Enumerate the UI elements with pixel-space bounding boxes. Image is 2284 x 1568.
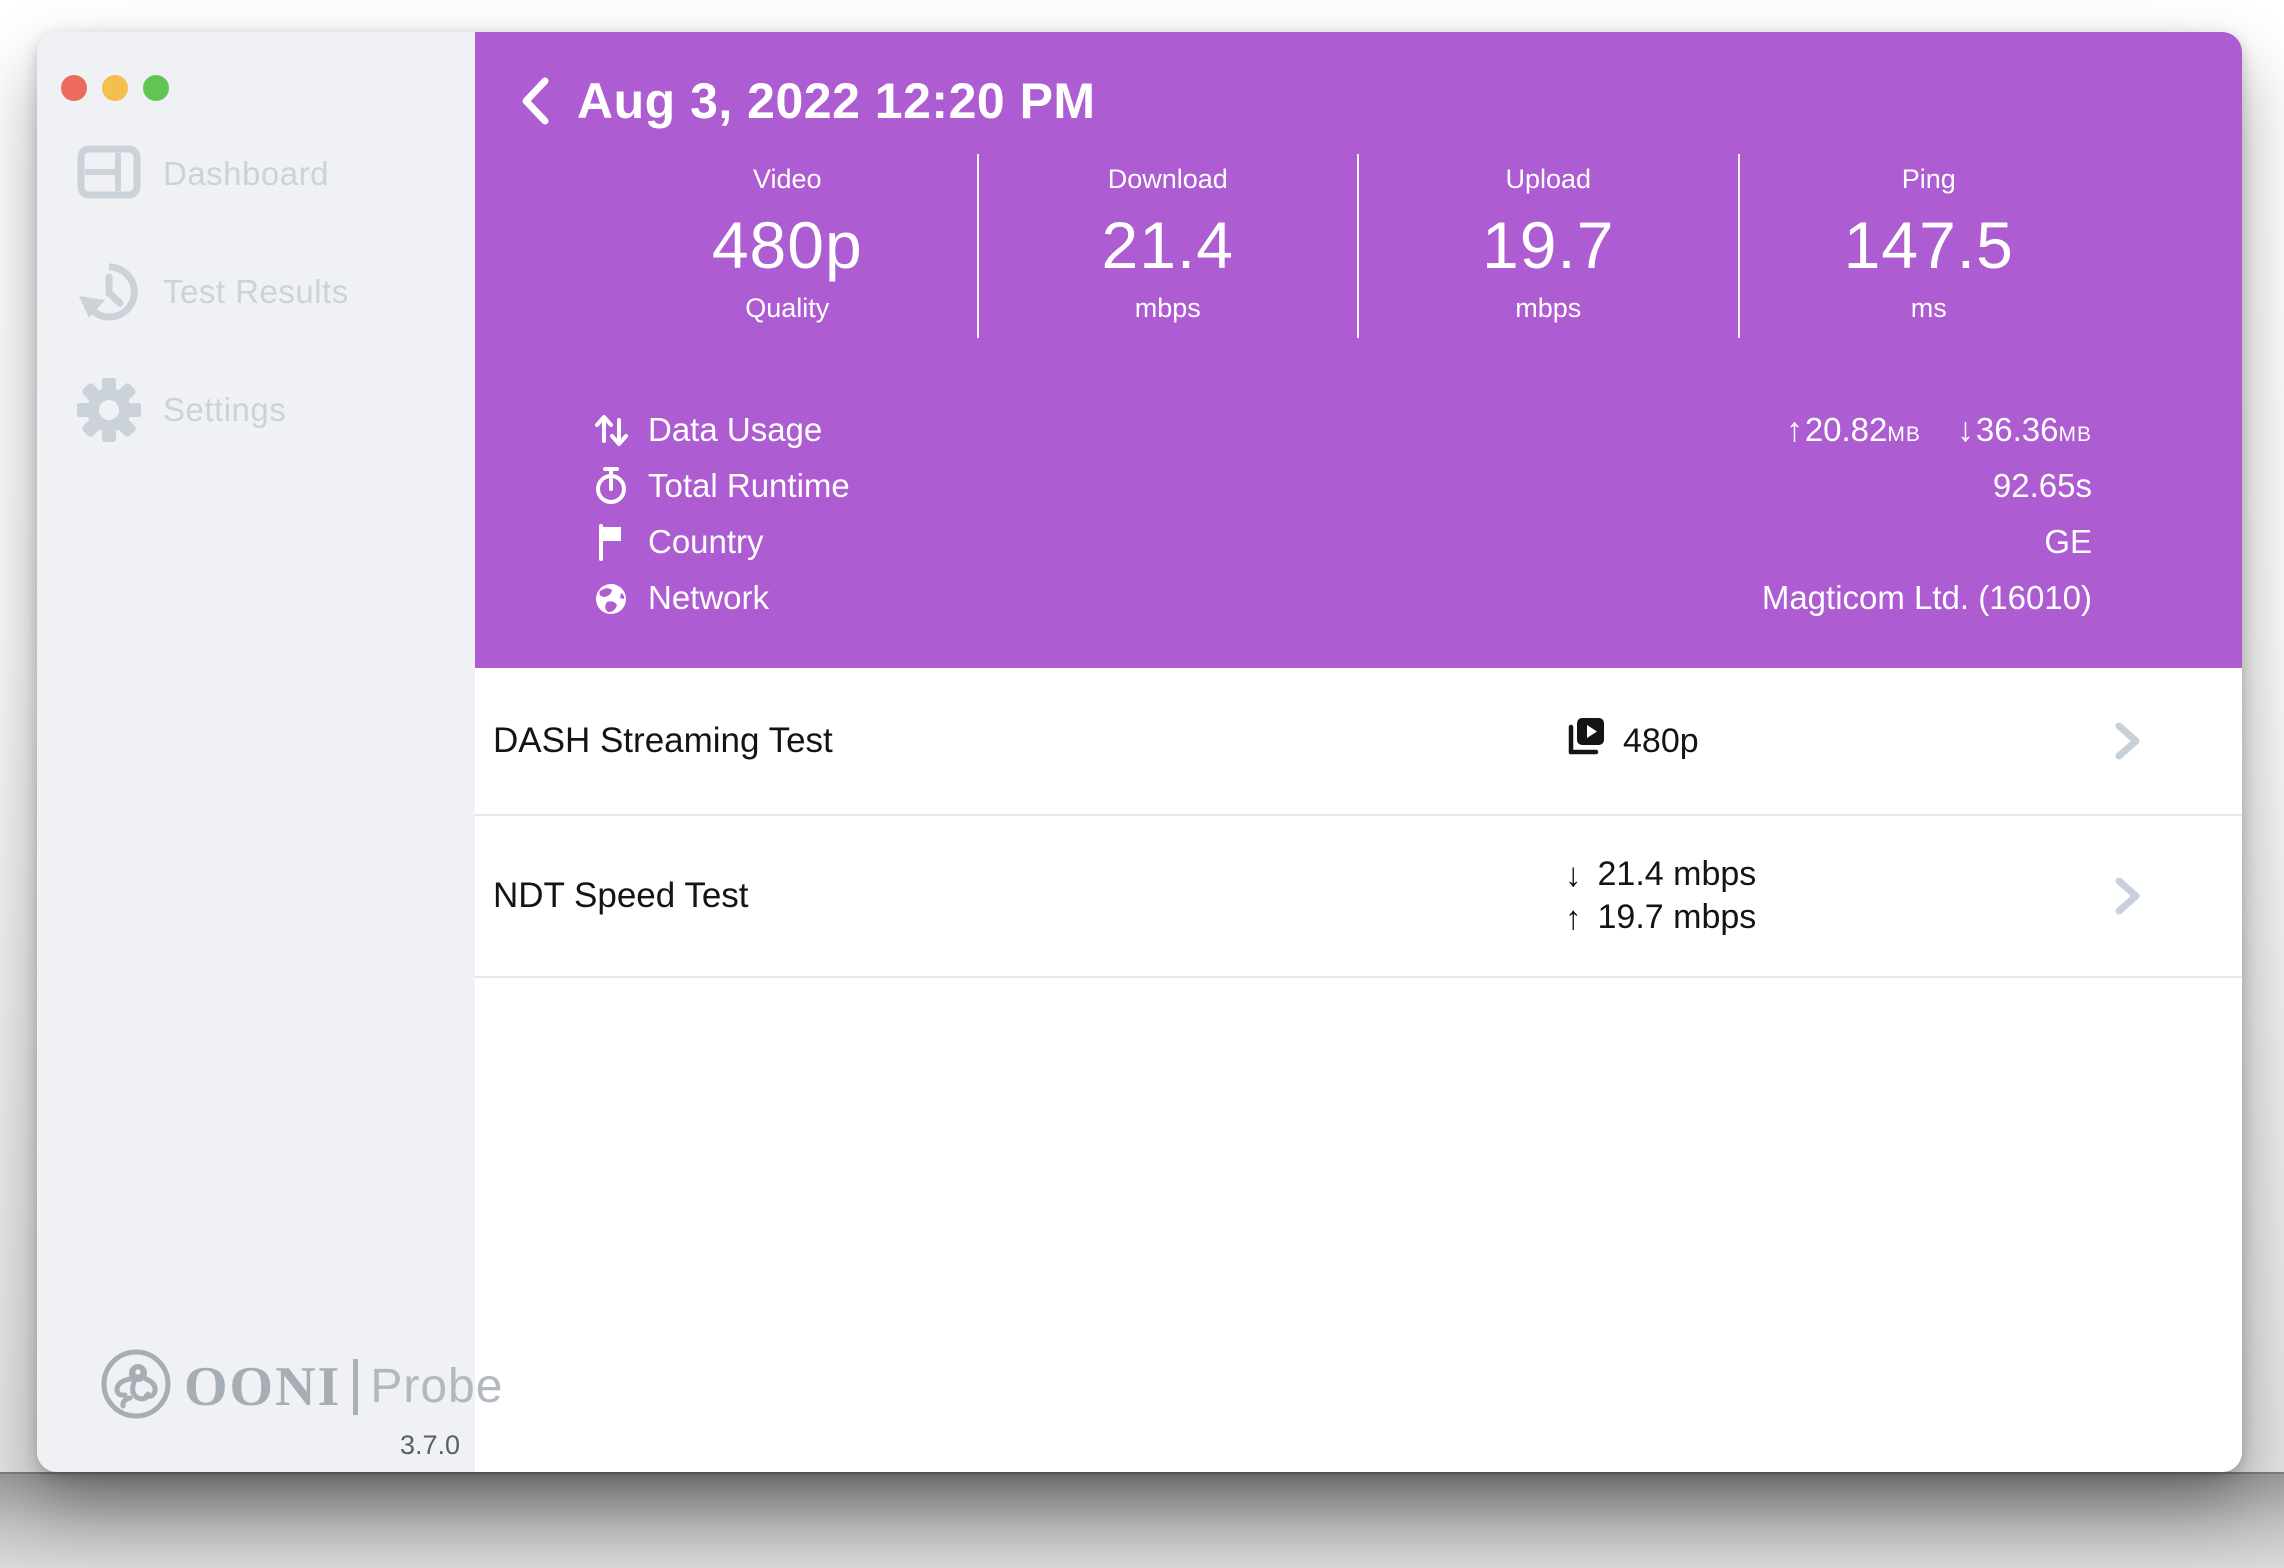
stat-label: Upload <box>1359 164 1738 195</box>
chevron-right-icon[interactable] <box>2098 717 2142 765</box>
dashboard-icon <box>77 142 141 206</box>
stat-unit: mbps <box>1359 293 1738 324</box>
gear-icon <box>77 378 141 442</box>
data-usage-down-unit: MB <box>2059 423 2093 447</box>
detail-row-country: Country GE <box>592 514 2092 570</box>
detail-label: Total Runtime <box>648 467 850 505</box>
stat-unit: ms <box>1740 293 2119 324</box>
sidebar-item-label: Test Results <box>163 273 349 311</box>
detail-label: Network <box>648 579 769 617</box>
run-details: Data Usage ↑ 20.82 MB ↓ 36.36 MB <box>592 402 2092 626</box>
stat-label: Ping <box>1740 164 2119 195</box>
stat-upload: Upload 19.7 mbps <box>1357 154 1738 338</box>
stat-label: Video <box>598 164 977 195</box>
sidebar-item-label: Dashboard <box>163 155 329 193</box>
stat-value: 21.4 <box>979 207 1358 283</box>
detail-row-total-runtime: Total Runtime 92.65s <box>592 458 2092 514</box>
history-icon <box>77 260 141 324</box>
sidebar-nav: Dashboard Test Results <box>77 142 459 496</box>
upload-arrow-icon: ↑ <box>1786 411 1803 450</box>
back-button[interactable] <box>513 73 557 129</box>
dash-resolution: 480p <box>1623 722 1699 761</box>
download-arrow-icon: ↓ <box>1957 411 1974 450</box>
sidebar-item-test-results[interactable]: Test Results <box>77 260 459 324</box>
network-value: Magticom Ltd. (16010) <box>1762 579 2092 617</box>
window-controls <box>61 75 169 101</box>
brand-probe: Probe <box>370 1359 503 1414</box>
brand-ooni: OONI <box>184 1355 341 1419</box>
summary-stats: Video 480p Quality Download 21.4 mbps Up… <box>598 154 2118 338</box>
header-bar: Aug 3, 2022 12:20 PM <box>475 32 2242 130</box>
stat-value: 480p <box>598 207 977 283</box>
app-window: Dashboard Test Results <box>37 32 2242 1472</box>
detail-row-network: Network Magticom Ltd. (16010) <box>592 570 2092 626</box>
stat-value: 19.7 <box>1359 207 1738 283</box>
download-arrow-icon: ↓ <box>1565 853 1582 896</box>
dash-test-result: 480p <box>1565 715 2098 768</box>
detail-label: Data Usage <box>648 411 822 449</box>
page-title: Aug 3, 2022 12:20 PM <box>577 72 1096 130</box>
close-window-button[interactable] <box>61 75 87 101</box>
detail-label: Country <box>648 523 764 561</box>
country-value: GE <box>2044 523 2092 561</box>
globe-icon <box>592 578 630 618</box>
desktop-background-strip <box>0 1472 2284 1568</box>
data-usage-value: ↑ 20.82 MB ↓ 36.36 MB <box>1786 411 2092 450</box>
stat-unit: Quality <box>598 293 977 324</box>
sidebar-item-dashboard[interactable]: Dashboard <box>77 142 459 206</box>
test-row-ndt-speed[interactable]: NDT Speed Test ↓ 21.4 mbps ↑ 19.7 mbps <box>475 816 2242 978</box>
ndt-test-result: ↓ 21.4 mbps ↑ 19.7 mbps <box>1565 853 2098 939</box>
sidebar-item-settings[interactable]: Settings <box>77 378 459 442</box>
stat-ping: Ping 147.5 ms <box>1738 154 2119 338</box>
detail-row-data-usage: Data Usage ↑ 20.82 MB ↓ 36.36 MB <box>592 402 2092 458</box>
sidebar: Dashboard Test Results <box>37 32 475 1472</box>
upload-arrow-icon: ↑ <box>1565 896 1582 939</box>
test-name: NDT Speed Test <box>493 876 1565 916</box>
stat-label: Download <box>979 164 1358 195</box>
video-collection-play-icon <box>1565 715 1607 768</box>
data-usage-icon <box>592 410 630 450</box>
stopwatch-icon <box>592 466 630 506</box>
data-usage-up: 20.82 <box>1805 411 1888 449</box>
stat-unit: mbps <box>979 293 1358 324</box>
chevron-right-icon[interactable] <box>2098 872 2142 920</box>
zoom-window-button[interactable] <box>143 75 169 101</box>
test-name: DASH Streaming Test <box>493 721 1565 761</box>
test-row-dash-streaming[interactable]: DASH Streaming Test 480p <box>475 668 2242 816</box>
data-usage-up-unit: MB <box>1887 423 1921 447</box>
ooni-octopus-icon <box>100 1348 172 1425</box>
main-content: Aug 3, 2022 12:20 PM Video 480p Quality … <box>475 32 2242 1472</box>
stat-download: Download 21.4 mbps <box>977 154 1358 338</box>
ndt-upload: 19.7 mbps <box>1598 896 1757 939</box>
ooni-probe-logo: OONI Probe <box>100 1348 503 1425</box>
sidebar-item-label: Settings <box>163 391 286 429</box>
stat-value: 147.5 <box>1740 207 2119 283</box>
brand-divider <box>353 1359 358 1415</box>
app-version: 3.7.0 <box>400 1430 460 1461</box>
ndt-download: 21.4 mbps <box>1598 853 1757 896</box>
result-summary-header: Aug 3, 2022 12:20 PM Video 480p Quality … <box>475 32 2242 668</box>
stat-video: Video 480p Quality <box>598 154 977 338</box>
total-runtime-value: 92.65s <box>1993 467 2092 505</box>
data-usage-down: 36.36 <box>1976 411 2059 449</box>
minimize-window-button[interactable] <box>102 75 128 101</box>
flag-icon <box>592 522 630 562</box>
